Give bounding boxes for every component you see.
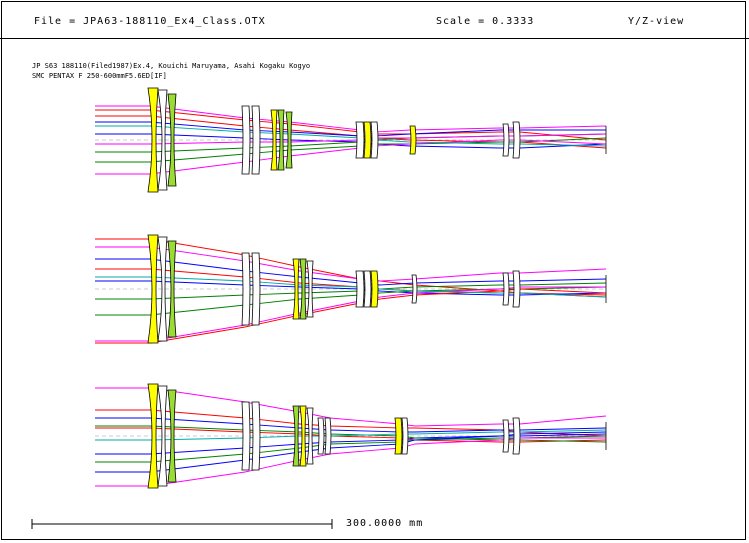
lens-element (512, 121, 521, 159)
lens-element (251, 401, 261, 471)
lens-element (409, 125, 417, 155)
lens-element (241, 252, 251, 326)
lens-element (147, 87, 159, 193)
lens-element (241, 401, 251, 471)
lens-element (370, 121, 379, 159)
lens-element (363, 121, 372, 159)
lens-layout-plot (31, 87, 607, 529)
lens-element (512, 270, 521, 308)
lens-element (251, 252, 261, 326)
lens-element (512, 417, 521, 455)
lens-element (147, 234, 159, 344)
lens-element (251, 105, 261, 175)
lens-element (324, 417, 332, 455)
lens-element (401, 417, 409, 455)
lens-layout-position-2 (95, 234, 607, 344)
lens-element (502, 272, 510, 306)
lens-element (394, 417, 403, 455)
lens-element (241, 105, 251, 175)
lens-element (502, 123, 510, 157)
lens-element (370, 270, 379, 308)
lens-element (363, 270, 372, 308)
lens-element (411, 274, 418, 304)
lens-layout-position-3 (95, 383, 607, 489)
lens-element (355, 270, 365, 308)
lens-element (317, 417, 325, 455)
scale-bar-label: 300.0000 mm (346, 518, 424, 529)
scale-bar (31, 519, 333, 529)
lens-element (502, 419, 510, 453)
lens-layout-position-1 (95, 87, 607, 193)
lens-element (355, 121, 365, 159)
